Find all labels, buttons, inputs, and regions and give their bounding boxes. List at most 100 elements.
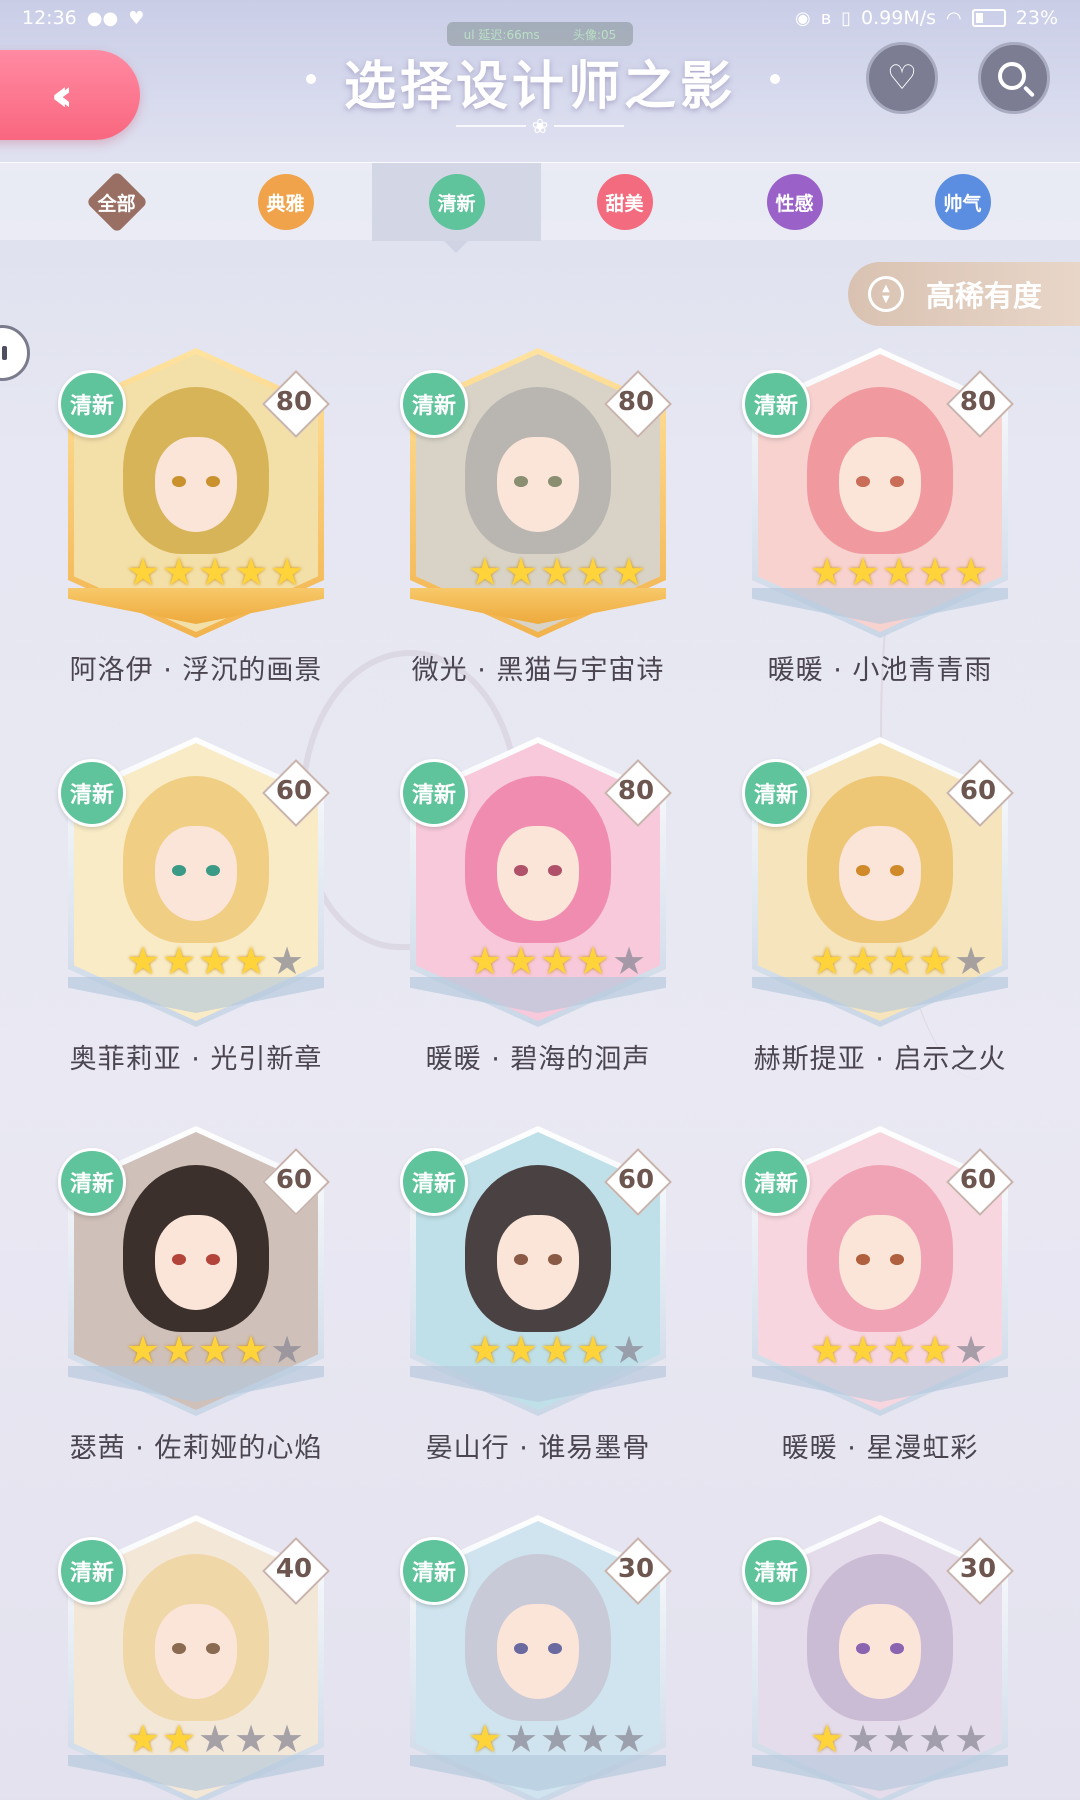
star-rating: ★ ★ ★ ★ ★ xyxy=(126,1331,316,1369)
star-rating: ★ ★ ★ ★ ★ xyxy=(810,553,1000,591)
star-empty-icon: ★ xyxy=(540,1717,575,1761)
category-tabs: 全部 典雅 清新 甜美 性感 帅气 xyxy=(0,162,1080,253)
star-filled-icon: ★ xyxy=(918,550,953,594)
level-value: 60 xyxy=(275,776,313,806)
designer-card[interactable]: ★ ★ ★ ★ ★ 清新 60 暖暖 · 星漫虹彩 xyxy=(730,1126,1030,1464)
star-empty-icon: ★ xyxy=(198,1717,233,1761)
level-badge: 60 xyxy=(606,1150,666,1210)
tab-fresh[interactable]: 清新 xyxy=(372,163,541,253)
card-name: 暖暖 · 碧海的洄声 xyxy=(425,1044,651,1075)
star-filled-icon: ★ xyxy=(126,1328,161,1372)
star-filled-icon: ★ xyxy=(810,550,845,594)
card-name: 阿洛伊 · 浮沉的画景 xyxy=(69,655,323,686)
star-filled-icon: ★ xyxy=(576,1328,611,1372)
tab-badge: 甜美 xyxy=(596,174,653,230)
star-empty-icon: ★ xyxy=(270,1328,305,1372)
heart-icon: ♡ xyxy=(886,58,918,98)
wechat-icon: ●● xyxy=(86,7,119,29)
style-badge: 清新 xyxy=(400,1537,468,1605)
star-rating: ★ ★ ★ ★ ★ xyxy=(810,1720,1000,1758)
designer-card[interactable]: ★ ★ ★ ★ ★ 清新 40 xyxy=(46,1515,346,1800)
tab-badge: 全部 xyxy=(85,170,148,234)
level-badge: 80 xyxy=(606,761,666,821)
style-badge: 清新 xyxy=(742,1148,810,1216)
star-filled-icon: ★ xyxy=(504,1328,539,1372)
designer-card[interactable]: ★ ★ ★ ★ ★ 清新 80 暖暖 · 碧海的洄声 xyxy=(388,737,688,1075)
star-filled-icon: ★ xyxy=(882,550,917,594)
card-name: 微光 · 黑猫与宇宙诗 xyxy=(411,655,665,686)
star-filled-icon: ★ xyxy=(882,939,917,983)
star-filled-icon: ★ xyxy=(126,1717,161,1761)
card-name: 瑟茜 · 佐莉娅的心焰 xyxy=(69,1433,323,1464)
level-value: 60 xyxy=(617,1165,655,1195)
level-badge: 60 xyxy=(264,761,324,821)
level-value: 60 xyxy=(959,1165,997,1195)
designer-card[interactable]: ★ ★ ★ ★ ★ 清新 80 暖暖 · 小池青青雨 xyxy=(730,348,1030,686)
tab-elegant[interactable]: 典雅 xyxy=(201,163,370,241)
battery-percent: 23% xyxy=(1015,7,1058,29)
star-filled-icon: ★ xyxy=(126,550,161,594)
tab-sexy[interactable]: 性感 xyxy=(710,163,879,241)
star-filled-icon: ★ xyxy=(576,939,611,983)
card-name: 赫斯提亚 · 启示之火 xyxy=(753,1044,1007,1075)
star-rating: ★ ★ ★ ★ ★ xyxy=(468,942,658,980)
star-filled-icon: ★ xyxy=(810,939,845,983)
wifi-icon: ◠ xyxy=(946,7,962,29)
star-rating: ★ ★ ★ ★ ★ xyxy=(126,1720,316,1758)
tab-all[interactable]: 全部 xyxy=(32,163,201,241)
star-filled-icon: ★ xyxy=(954,550,989,594)
tab-cool[interactable]: 帅气 xyxy=(878,163,1047,241)
star-empty-icon: ★ xyxy=(504,1717,539,1761)
designer-card[interactable]: ★ ★ ★ ★ ★ 清新 80 微光 · 黑猫与宇宙诗 xyxy=(388,348,688,686)
status-bar: 12:36 ●● ♥ ◉ ʙ ▯ 0.99M/s ◠ 23% xyxy=(0,0,1080,36)
designer-card[interactable]: ★ ★ ★ ★ ★ 清新 60 瑟茜 · 佐莉娅的心焰 xyxy=(46,1126,346,1464)
bluetooth-icon: ʙ xyxy=(820,7,832,29)
level-badge: 60 xyxy=(948,1150,1008,1210)
designer-card[interactable]: ★ ★ ★ ★ ★ 清新 30 xyxy=(388,1515,688,1800)
star-filled-icon: ★ xyxy=(468,1328,503,1372)
star-empty-icon: ★ xyxy=(954,939,989,983)
star-filled-icon: ★ xyxy=(468,1717,503,1761)
star-filled-icon: ★ xyxy=(126,939,161,983)
battery-icon xyxy=(971,9,1006,27)
level-badge: 80 xyxy=(264,372,324,432)
designer-card[interactable]: ★ ★ ★ ★ ★ 清新 30 xyxy=(730,1515,1030,1800)
style-badge: 清新 xyxy=(742,759,810,827)
style-badge: 清新 xyxy=(400,1148,468,1216)
star-filled-icon: ★ xyxy=(504,939,539,983)
level-badge: 30 xyxy=(606,1539,666,1599)
designer-card[interactable]: ★ ★ ★ ★ ★ 清新 60 赫斯提亚 · 启示之火 xyxy=(730,737,1030,1075)
star-filled-icon: ★ xyxy=(234,1328,269,1372)
star-filled-icon: ★ xyxy=(810,1328,845,1372)
star-empty-icon: ★ xyxy=(234,1717,269,1761)
star-filled-icon: ★ xyxy=(540,939,575,983)
style-badge: 清新 xyxy=(58,1148,126,1216)
star-filled-icon: ★ xyxy=(504,550,539,594)
style-badge: 清新 xyxy=(400,370,468,438)
designer-card[interactable]: ★ ★ ★ ★ ★ 清新 80 阿洛伊 · 浮沉的画景 xyxy=(46,348,346,686)
star-rating: ★ ★ ★ ★ ★ xyxy=(126,942,316,980)
level-value: 30 xyxy=(959,1554,997,1584)
style-badge: 清新 xyxy=(742,1537,810,1605)
level-value: 80 xyxy=(617,776,655,806)
tab-sweet[interactable]: 甜美 xyxy=(540,163,709,241)
star-filled-icon: ★ xyxy=(846,1328,881,1372)
designer-card[interactable]: ★ ★ ★ ★ ★ 清新 60 奥菲莉亚 · 光引新章 xyxy=(46,737,346,1075)
sort-rarity-button[interactable]: ▲ ▼ 高稀有度 xyxy=(848,262,1080,326)
level-value: 40 xyxy=(275,1554,313,1584)
search-button[interactable] xyxy=(978,42,1050,114)
floating-assist-handle[interactable] xyxy=(0,325,30,381)
star-rating: ★ ★ ★ ★ ★ xyxy=(468,1331,658,1369)
level-badge: 40 xyxy=(264,1539,324,1599)
level-value: 80 xyxy=(275,387,313,417)
star-filled-icon: ★ xyxy=(918,1328,953,1372)
level-value: 60 xyxy=(275,1165,313,1195)
favorite-button[interactable]: ♡ xyxy=(866,42,938,114)
star-filled-icon: ★ xyxy=(162,1717,197,1761)
star-filled-icon: ★ xyxy=(162,939,197,983)
designer-card[interactable]: ★ ★ ★ ★ ★ 清新 60 晏山行 · 谁易墨骨 xyxy=(388,1126,688,1464)
style-badge: 清新 xyxy=(742,370,810,438)
star-empty-icon: ★ xyxy=(918,1717,953,1761)
style-badge: 清新 xyxy=(58,1537,126,1605)
star-rating: ★ ★ ★ ★ ★ xyxy=(126,553,316,591)
